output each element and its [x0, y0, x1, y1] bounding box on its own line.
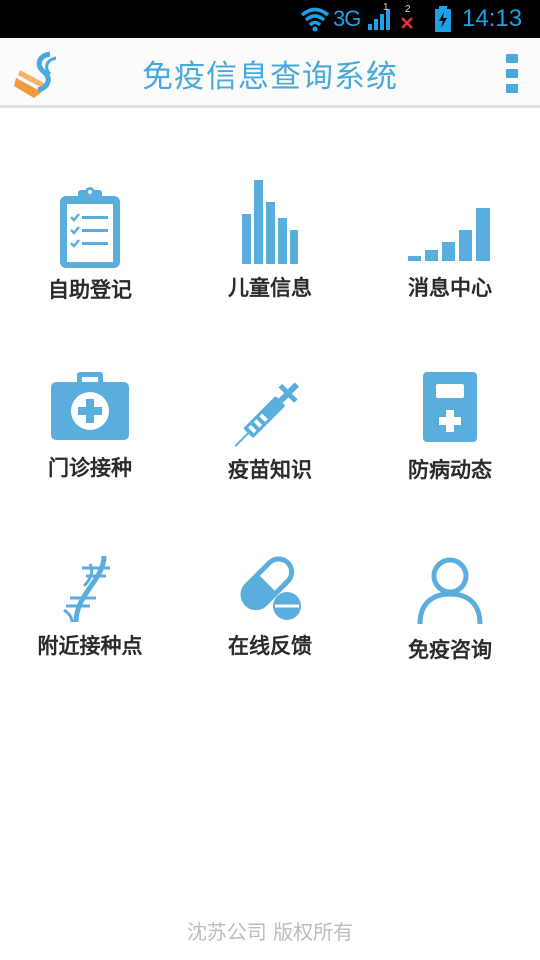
- medical-kit-icon: [51, 372, 129, 440]
- tile-message-center[interactable]: 消息中心: [360, 180, 540, 340]
- syringe-icon: [234, 382, 299, 447]
- tile-label: 附近接种点: [37, 634, 143, 658]
- tile-label: 消息中心: [408, 276, 492, 300]
- tile-vaccine-knowledge[interactable]: 疫苗知识: [180, 372, 360, 532]
- tile-clinic-vaccination[interactable]: 门诊接种: [0, 372, 180, 532]
- tile-label: 在线反馈: [228, 634, 312, 658]
- clipboard-checklist-icon: [60, 187, 120, 268]
- clock: 14:13: [462, 5, 523, 32]
- tile-label: 门诊接种: [48, 456, 132, 480]
- no-signal-icon: [401, 17, 413, 29]
- tile-label: 防病动态: [408, 458, 492, 482]
- tile-online-feedback[interactable]: 在线反馈: [180, 554, 360, 714]
- pill-icon: [240, 556, 301, 620]
- app-bar: 免疫信息查询系统: [0, 38, 540, 108]
- sim1-label: 1: [383, 2, 389, 13]
- wifi-icon: [300, 7, 330, 32]
- phone-plus-icon: [423, 372, 477, 442]
- page-title: 免疫信息查询系统: [142, 58, 398, 95]
- tile-disease-news[interactable]: 防病动态: [360, 372, 540, 532]
- sim2-label: 2: [405, 4, 411, 15]
- tile-child-info[interactable]: 儿童信息: [180, 180, 360, 340]
- overflow-menu-icon[interactable]: [500, 52, 524, 96]
- signal-bars-icon: [408, 208, 490, 261]
- tile-nearby-vaccination-sites[interactable]: 附近接种点: [0, 554, 180, 714]
- user-icon: [417, 557, 483, 624]
- tile-label: 免疫咨询: [408, 638, 492, 662]
- status-bar: 3G 1 2 14:13: [0, 0, 540, 38]
- dna-icon: [63, 555, 110, 623]
- footer-copyright: 沈苏公司 版权所有: [186, 920, 354, 944]
- tile-self-registration[interactable]: 自助登记: [0, 180, 180, 340]
- battery-charging-icon: [435, 6, 451, 32]
- bar-chart-icon: [242, 180, 298, 264]
- tile-immunization-consultation[interactable]: 免疫咨询: [360, 554, 540, 714]
- tile-label: 疫苗知识: [228, 458, 312, 482]
- network-type: 3G: [333, 6, 361, 31]
- tile-label: 自助登记: [48, 278, 132, 302]
- tile-label: 儿童信息: [228, 276, 312, 300]
